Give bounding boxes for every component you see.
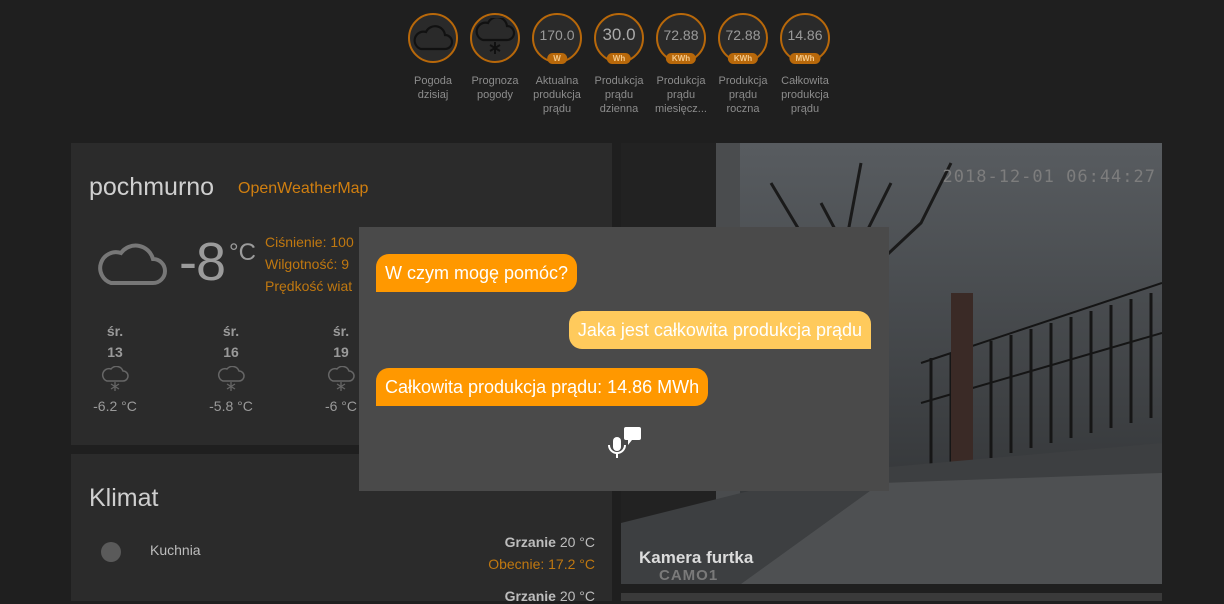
microphone-chat-icon[interactable] <box>607 425 643 461</box>
badge-value: 30.0 <box>602 25 636 44</box>
user-message: Jaka jest całkowita produkcja prądu <box>568 311 871 349</box>
forecast-temp: -5.8 °C <box>209 398 253 414</box>
badge-weather-today[interactable]: Pogoda dzisiaj <box>402 13 464 116</box>
weather-source: OpenWeatherMap <box>238 180 369 197</box>
climate-target: Grzanie 20 °C <box>505 588 595 604</box>
weather-humidity: Wilgotność: 9 <box>265 256 350 272</box>
badge-label: Produkcja prądu dzienna <box>594 75 644 115</box>
badge-unit: Wh <box>606 53 632 64</box>
weather-wind: Prędkość wiat <box>265 278 353 294</box>
badge-label: Aktualna produkcja prądu <box>533 75 581 115</box>
climate-title: Klimat <box>89 484 159 512</box>
camera-id: CAMO1 <box>659 567 719 584</box>
weather-temperature-unit: °C <box>229 239 256 266</box>
badge-unit: MWh <box>789 53 821 64</box>
badge-yearly-production[interactable]: 72.88 KWh Produkcja prądu roczna <box>712 13 774 116</box>
badge-label: Pogoda dzisiaj <box>414 75 452 101</box>
climate-target-temp: 20 °C <box>559 534 595 550</box>
badge-label: Całkowita produkcja prądu <box>781 75 829 115</box>
climate-current: Obecnie: 17.2 °C <box>488 556 595 572</box>
snow-cloud-icon <box>475 18 516 54</box>
badge-circle: 72.88 KWh <box>718 13 768 64</box>
climate-room-name: Kuchnia <box>150 542 201 558</box>
weather-temperature: -8 <box>179 232 226 292</box>
badge-unit: W <box>547 53 567 64</box>
badge-label: Produkcja prądu roczna <box>718 75 768 115</box>
badge-circle <box>408 13 458 63</box>
weather-condition: pochmurno <box>89 173 215 201</box>
snow-cloud-icon <box>75 365 155 394</box>
camera-timestamp: 2018-12-01 06:44:27 <box>942 167 1156 187</box>
forecast-temp: -6.2 °C <box>93 398 137 414</box>
badge-value: 170.0 <box>539 27 575 43</box>
badge-circle <box>470 13 520 63</box>
climate-mode: Grzanie <box>504 534 556 550</box>
forecast-date: 16 <box>223 344 239 360</box>
badge-weather-forecast[interactable]: Prognoza pogody <box>464 13 526 116</box>
badge-unit: KWh <box>727 53 759 64</box>
badge-unit: KWh <box>665 53 697 64</box>
camera-name: Kamera furtka <box>639 548 754 567</box>
badge-circle: 170.0 W <box>532 13 582 64</box>
assistant-message: Całkowita produkcja prądu: 14.86 MWh <box>376 368 709 406</box>
badge-bar: Pogoda dzisiaj Prognoza pogody 170.0 W A… <box>402 13 836 116</box>
badge-current-power[interactable]: 170.0 W Aktualna produkcja prądu <box>526 13 588 116</box>
badge-value: 72.88 <box>725 27 761 43</box>
badge-label: Produkcja prądu miesięcz... <box>655 75 707 115</box>
assistant-message: W czym mogę pomóc? <box>376 254 578 292</box>
badge-value: 14.86 <box>787 27 823 43</box>
camera-feed-second[interactable] <box>621 593 1162 601</box>
badge-circle: 72.88 KWh <box>656 13 706 64</box>
forecast-day: śr. 16 -5.8 °C <box>191 323 271 414</box>
forecast-weekday: śr. <box>106 323 124 339</box>
climate-mode: Grzanie <box>504 588 556 604</box>
badge-total-production[interactable]: 14.86 MWh Całkowita produkcja prądu <box>774 13 836 116</box>
forecast-day: śr. 13 -6.2 °C <box>75 323 155 414</box>
badge-circle: 30.0 Wh <box>594 13 644 64</box>
voice-assistant-dialog: W czym mogę pomóc? Jaka jest całkowita p… <box>359 227 889 491</box>
weather-pressure: Ciśnienie: 100 <box>265 234 354 250</box>
badge-daily-production[interactable]: 30.0 Wh Produkcja prądu dzienna <box>588 13 650 116</box>
badge-monthly-production[interactable]: 72.88 KWh Produkcja prądu miesięcz... <box>650 13 712 116</box>
climate-target: Grzanie 20 °C <box>505 534 595 550</box>
cloud-icon <box>98 243 167 285</box>
climate-target-temp: 20 °C <box>559 588 595 604</box>
snow-cloud-icon <box>191 365 271 394</box>
forecast-date: 13 <box>107 344 123 360</box>
badge-circle: 14.86 MWh <box>780 13 830 64</box>
badge-value: 72.88 <box>663 27 699 43</box>
cloud-icon <box>413 25 454 51</box>
badge-label: Prognoza pogody <box>471 75 519 101</box>
forecast-weekday: śr. <box>222 323 240 339</box>
thermostat-icon <box>101 542 121 562</box>
